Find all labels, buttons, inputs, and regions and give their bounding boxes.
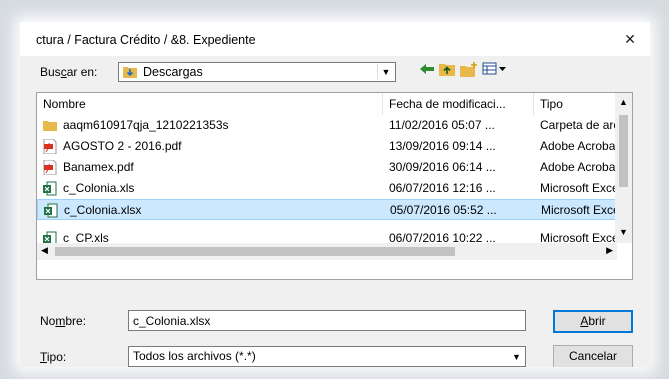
- file-type: Microsoft Excel: [540, 231, 617, 243]
- chevron-down-icon[interactable]: ▼: [509, 348, 524, 366]
- folder-icon: [43, 121, 57, 131]
- vertical-scrollbar[interactable]: ▲ ▼: [615, 93, 632, 243]
- file-name: aaqm610917qja_1210221353s: [63, 118, 229, 132]
- scroll-right-icon[interactable]: ▶: [606, 245, 613, 256]
- new-folder-icon[interactable]: [460, 62, 478, 80]
- list-item[interactable]: AGOSTO 2 - 2016.pdf 13/09/2016 09:14 ...…: [37, 136, 619, 157]
- file-name: AGOSTO 2 - 2016.pdf: [63, 139, 182, 153]
- file-name: c_Colonia.xlsx: [64, 203, 142, 217]
- file-date: 05/07/2016 05:52 ...: [390, 203, 497, 217]
- view-menu-icon[interactable]: [482, 62, 508, 80]
- list-item[interactable]: c_Colonia.xls 06/07/2016 12:16 ... Micro…: [37, 178, 621, 199]
- file-date: 11/02/2016 05:07 ...: [389, 118, 495, 132]
- scroll-up-icon[interactable]: ▲: [615, 97, 632, 107]
- filetype-select[interactable]: Todos los archivos (*.*) ▼: [128, 346, 526, 367]
- excel-icon: [43, 181, 57, 196]
- scroll-thumb[interactable]: [619, 115, 628, 187]
- file-name: Banamex.pdf: [63, 160, 134, 174]
- excel-icon: [43, 231, 57, 243]
- pdf-icon: [43, 160, 57, 175]
- scroll-down-icon[interactable]: ▼: [615, 227, 632, 237]
- open-button[interactable]: Abrir: [553, 310, 633, 333]
- column-type[interactable]: Tipo: [540, 97, 563, 111]
- column-divider[interactable]: [382, 93, 383, 115]
- dialog-body: Buscar en: Descargas ▼ Nombre Fecha de m…: [20, 56, 650, 367]
- lookin-label: Buscar en:: [40, 65, 98, 79]
- file-list[interactable]: Nombre Fecha de modificaci... Tipo aaqm6…: [36, 92, 633, 280]
- column-divider[interactable]: [533, 93, 534, 115]
- up-folder-icon[interactable]: [438, 62, 456, 80]
- chevron-down-icon[interactable]: ▼: [377, 64, 394, 80]
- filename-label: Nombre:: [40, 314, 87, 328]
- filename-input[interactable]: [128, 310, 526, 331]
- back-icon[interactable]: [418, 62, 436, 80]
- list-header: Nombre Fecha de modificaci... Tipo: [37, 93, 617, 115]
- column-date[interactable]: Fecha de modificaci...: [389, 97, 506, 111]
- list-item[interactable]: Banamex.pdf 30/09/2016 06:14 ... Adobe A…: [37, 157, 619, 178]
- scroll-left-icon[interactable]: ◀: [41, 245, 48, 256]
- excel-icon: [44, 203, 58, 218]
- scroll-thumb[interactable]: [55, 247, 455, 256]
- column-name[interactable]: Nombre: [43, 97, 86, 111]
- filetype-value: Todos los archivos (*.*): [133, 349, 256, 363]
- file-open-dialog: ctura / Factura Crédito / &8. Expediente…: [20, 22, 650, 367]
- list-item-selected[interactable]: c_Colonia.xlsx 05/07/2016 05:52 ... Micr…: [37, 199, 622, 220]
- filetype-label: Tipo:: [40, 350, 67, 364]
- close-button[interactable]: ✕: [618, 28, 642, 50]
- file-date: 30/09/2016 06:14 ...: [389, 160, 496, 174]
- list-item[interactable]: aaqm610917qja_1210221353s 11/02/2016 05:…: [37, 115, 626, 136]
- horizontal-scrollbar[interactable]: ◀ ▶: [37, 243, 617, 260]
- pdf-icon: [43, 139, 57, 154]
- lookin-combobox[interactable]: Descargas ▼: [118, 62, 396, 82]
- window-title: ctura / Factura Crédito / &8. Expediente: [36, 33, 256, 47]
- cancel-button[interactable]: Cancelar: [553, 345, 633, 367]
- lookin-value: Descargas: [143, 65, 203, 79]
- file-date: 13/09/2016 09:14 ...: [389, 139, 496, 153]
- file-date: 06/07/2016 12:16 ...: [389, 181, 496, 195]
- list-item[interactable]: c_CP.xls 06/07/2016 10:22 ... Microsoft …: [37, 220, 617, 243]
- file-date: 06/07/2016 10:22 ...: [389, 231, 496, 243]
- downloads-folder-icon: [123, 67, 137, 78]
- file-name: c_Colonia.xls: [63, 181, 135, 195]
- file-name: c_CP.xls: [63, 231, 109, 243]
- title-bar: ctura / Factura Crédito / &8. Expediente…: [20, 22, 650, 56]
